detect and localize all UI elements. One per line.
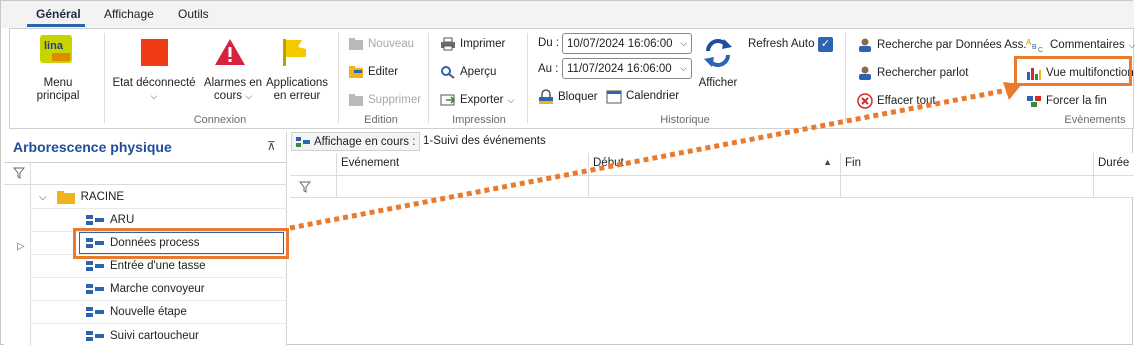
callout-arrow xyxy=(289,82,1022,231)
